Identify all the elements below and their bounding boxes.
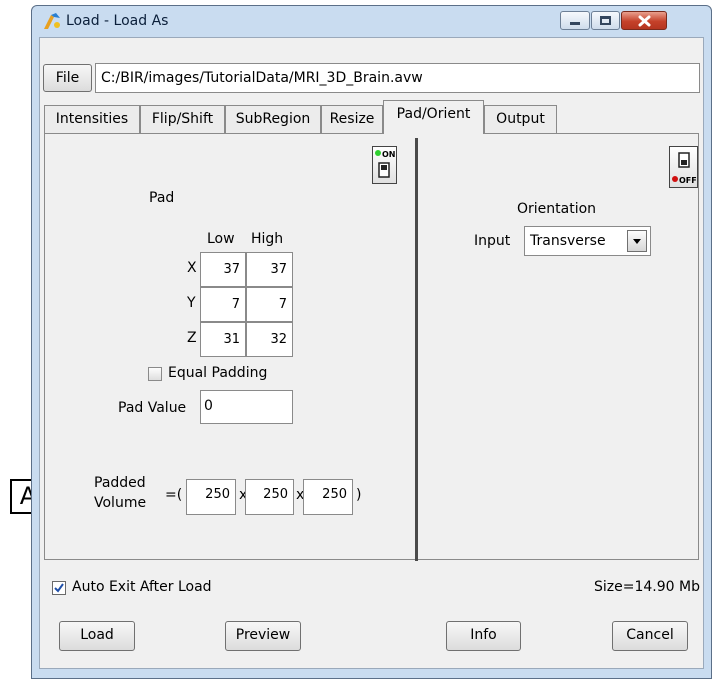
padded-volume-y-field[interactable]: 250: [245, 479, 294, 515]
pad-toggle-button[interactable]: ON: [372, 146, 397, 184]
pad-col-high: High: [251, 231, 284, 247]
pad-x-high-field[interactable]: 37: [246, 252, 293, 287]
auto-exit-label: Auto Exit After Load: [72, 579, 212, 595]
file-path-text: C:/BIR/images/TutorialData/MRI_3D_Brain.…: [101, 70, 423, 86]
orientation-input-value: Transverse: [530, 233, 606, 249]
minimize-button[interactable]: [560, 11, 590, 30]
maximize-button[interactable]: [591, 11, 620, 30]
pad-col-low: Low: [207, 231, 235, 247]
checkmark-icon: [54, 583, 64, 593]
info-button[interactable]: Info: [446, 621, 521, 651]
tab-resize-label: Resize: [329, 111, 375, 127]
tab-intensities-label: Intensities: [55, 111, 129, 127]
toggle-off-icon: OFF: [672, 152, 697, 185]
pad-value-text: 0: [204, 398, 213, 414]
pad-value-field[interactable]: 0: [200, 390, 293, 424]
orientation-heading: Orientation: [517, 201, 597, 217]
tab-pad-orient-label: Pad/Orient: [396, 106, 471, 122]
padded-volume-close-paren: ): [356, 487, 362, 503]
pad-row-z-label: Z: [187, 330, 197, 346]
tab-flip-shift-label: Flip/Shift: [151, 111, 214, 127]
preview-button[interactable]: Preview: [225, 621, 301, 651]
pad-row-x-label: X: [187, 260, 197, 276]
pad-row-y-label: Y: [187, 295, 196, 311]
panel-divider: [415, 138, 418, 561]
pad-y-high-field[interactable]: 7: [246, 287, 293, 322]
load-button[interactable]: Load: [59, 621, 135, 651]
padded-volume-z-field[interactable]: 250: [303, 479, 353, 515]
toggle-on-icon: ON: [375, 150, 396, 178]
tab-subregion[interactable]: SubRegion: [225, 105, 321, 133]
close-icon: [638, 15, 651, 27]
tab-output[interactable]: Output: [484, 105, 557, 133]
tab-pad-orient[interactable]: Pad/Orient: [383, 100, 484, 134]
tab-intensities[interactable]: Intensities: [44, 105, 140, 133]
orientation-toggle-button[interactable]: OFF: [669, 146, 698, 188]
padded-volume-label-line1: Padded: [94, 475, 146, 491]
orientation-input-label: Input: [474, 233, 511, 249]
cancel-button[interactable]: Cancel: [612, 621, 688, 651]
pad-x-low-field[interactable]: 37: [200, 252, 246, 287]
file-path-field[interactable]: C:/BIR/images/TutorialData/MRI_3D_Brain.…: [95, 63, 700, 93]
pad-value-label: Pad Value: [118, 400, 187, 416]
title-bar[interactable]: Load - Load As: [32, 6, 711, 36]
tab-subregion-label: SubRegion: [235, 111, 311, 127]
dropdown-arrow-icon: [633, 239, 641, 244]
padded-volume-label-line2: Volume: [94, 495, 147, 511]
pad-z-low-field[interactable]: 31: [200, 322, 246, 357]
tab-flip-shift[interactable]: Flip/Shift: [140, 105, 225, 133]
tab-output-label: Output: [496, 111, 545, 127]
app-icon: [44, 13, 60, 29]
svg-text:ON: ON: [382, 150, 396, 159]
maximize-icon: [600, 16, 611, 25]
close-button[interactable]: [621, 11, 667, 30]
window-title: Load - Load As: [66, 13, 169, 29]
minimize-icon: [570, 22, 580, 25]
padded-volume-x-field[interactable]: 250: [186, 479, 236, 515]
tab-resize[interactable]: Resize: [321, 105, 383, 133]
size-readout: Size=14.90 Mb: [594, 579, 700, 595]
equal-padding-checkbox[interactable]: [148, 367, 162, 381]
equal-padding-label: Equal Padding: [168, 365, 268, 381]
padded-volume-open-paren: =(: [165, 487, 183, 503]
orientation-dropdown-button[interactable]: [627, 230, 647, 252]
pad-y-low-field[interactable]: 7: [200, 287, 246, 322]
svg-text:OFF: OFF: [679, 176, 697, 185]
pad-z-high-field[interactable]: 32: [246, 322, 293, 357]
auto-exit-checkbox[interactable]: [52, 581, 66, 595]
file-button[interactable]: File: [43, 64, 92, 92]
pad-heading: Pad: [149, 190, 175, 206]
